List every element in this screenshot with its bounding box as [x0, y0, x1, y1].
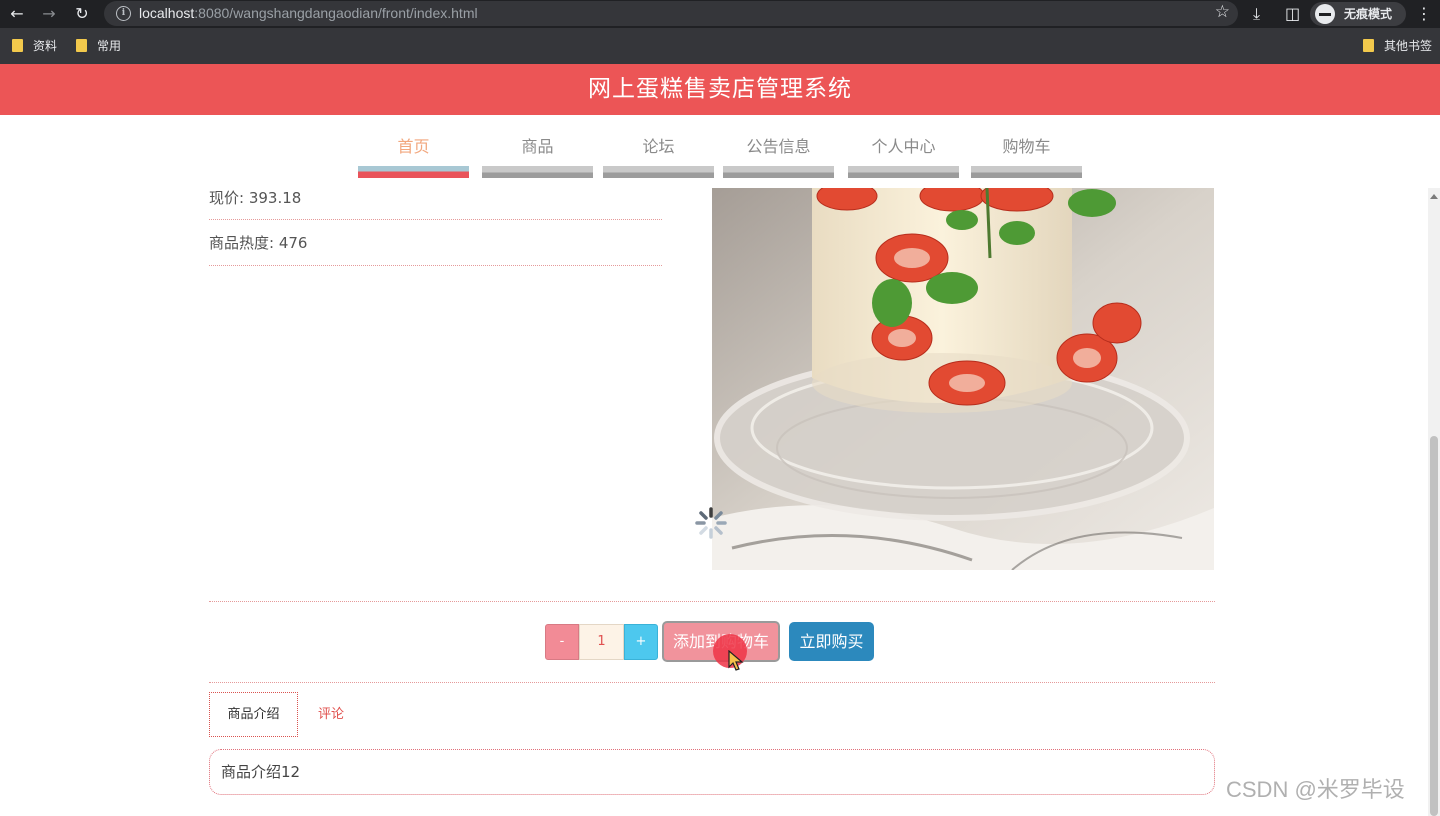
nav-tab-cart[interactable]: 购物车 [971, 132, 1082, 178]
forward-icon[interactable]: → [38, 3, 60, 25]
nav-tab-products[interactable]: 商品 [482, 132, 593, 178]
browser-toolbar: ← → ↻ i localhost:8080/wangshangdangaodi… [0, 0, 1440, 28]
site-header: 网上蛋糕售卖店管理系统 [0, 64, 1440, 115]
folder-icon [1363, 39, 1374, 52]
watermark: CSDN @米罗毕设 [1226, 777, 1405, 802]
tab-comments[interactable]: 评论 [318, 705, 344, 725]
buy-now-button[interactable]: 立即购买 [789, 622, 874, 661]
other-bookmarks[interactable]: 其他书签 [1363, 37, 1432, 55]
url-text[interactable]: localhost:8080/wangshangdangaodian/front… [139, 4, 478, 23]
bookmarks-bar: 资料 常用 其他书签 [0, 28, 1440, 64]
download-icon[interactable]: ⤓ [1253, 3, 1260, 25]
price-row: 现价: 393.18 [209, 188, 662, 220]
nav-tab-home[interactable]: 首页 [358, 132, 469, 178]
side-panel-icon[interactable]: ◫ [1285, 3, 1300, 25]
folder-icon [12, 39, 23, 52]
mouse-cursor-icon [728, 650, 744, 671]
back-icon[interactable]: ← [6, 3, 28, 25]
address-bar[interactable]: i localhost:8080/wangshangdangaodian/fro… [104, 1, 1238, 26]
quantity-increase-button[interactable]: + [624, 624, 658, 660]
folder-icon [76, 39, 87, 52]
incognito-icon [1315, 4, 1335, 24]
divider-top [209, 601, 1215, 602]
scroll-up-arrow-icon[interactable] [1430, 194, 1438, 199]
site-info-icon[interactable]: i [116, 6, 131, 21]
heat-row: 商品热度: 476 [209, 222, 662, 266]
bookmark-star-icon[interactable]: ☆ [1215, 2, 1230, 22]
loading-spinner-icon [695, 507, 727, 539]
nav-tab-forum[interactable]: 论坛 [603, 132, 714, 178]
nav-tab-profile[interactable]: 个人中心 [848, 132, 959, 178]
bookmark-folder-2[interactable]: 常用 [76, 37, 121, 55]
reload-icon[interactable]: ↻ [71, 3, 93, 25]
divider-bottom [209, 682, 1215, 683]
quantity-decrease-button[interactable]: - [545, 624, 579, 660]
scroll-thumb[interactable] [1430, 436, 1438, 816]
incognito-label: 无痕模式 [1344, 7, 1393, 21]
product-heat: 商品热度: 476 [209, 234, 308, 252]
nav-tab-announcements[interactable]: 公告信息 [723, 132, 834, 178]
site-title: 网上蛋糕售卖店管理系统 [588, 76, 852, 102]
quantity-input[interactable]: 1 [579, 624, 624, 660]
current-price: 现价: 393.18 [209, 189, 302, 207]
product-image [712, 188, 1214, 570]
page-scrollbar[interactable] [1428, 188, 1440, 816]
description-content: 商品介绍12 [209, 749, 1215, 795]
tab-description[interactable]: 商品介绍 [209, 692, 298, 737]
more-menu-icon[interactable]: ⋮ [1416, 3, 1432, 25]
bookmark-folder-1[interactable]: 资料 [12, 37, 57, 55]
incognito-badge[interactable]: 无痕模式 [1310, 2, 1406, 26]
